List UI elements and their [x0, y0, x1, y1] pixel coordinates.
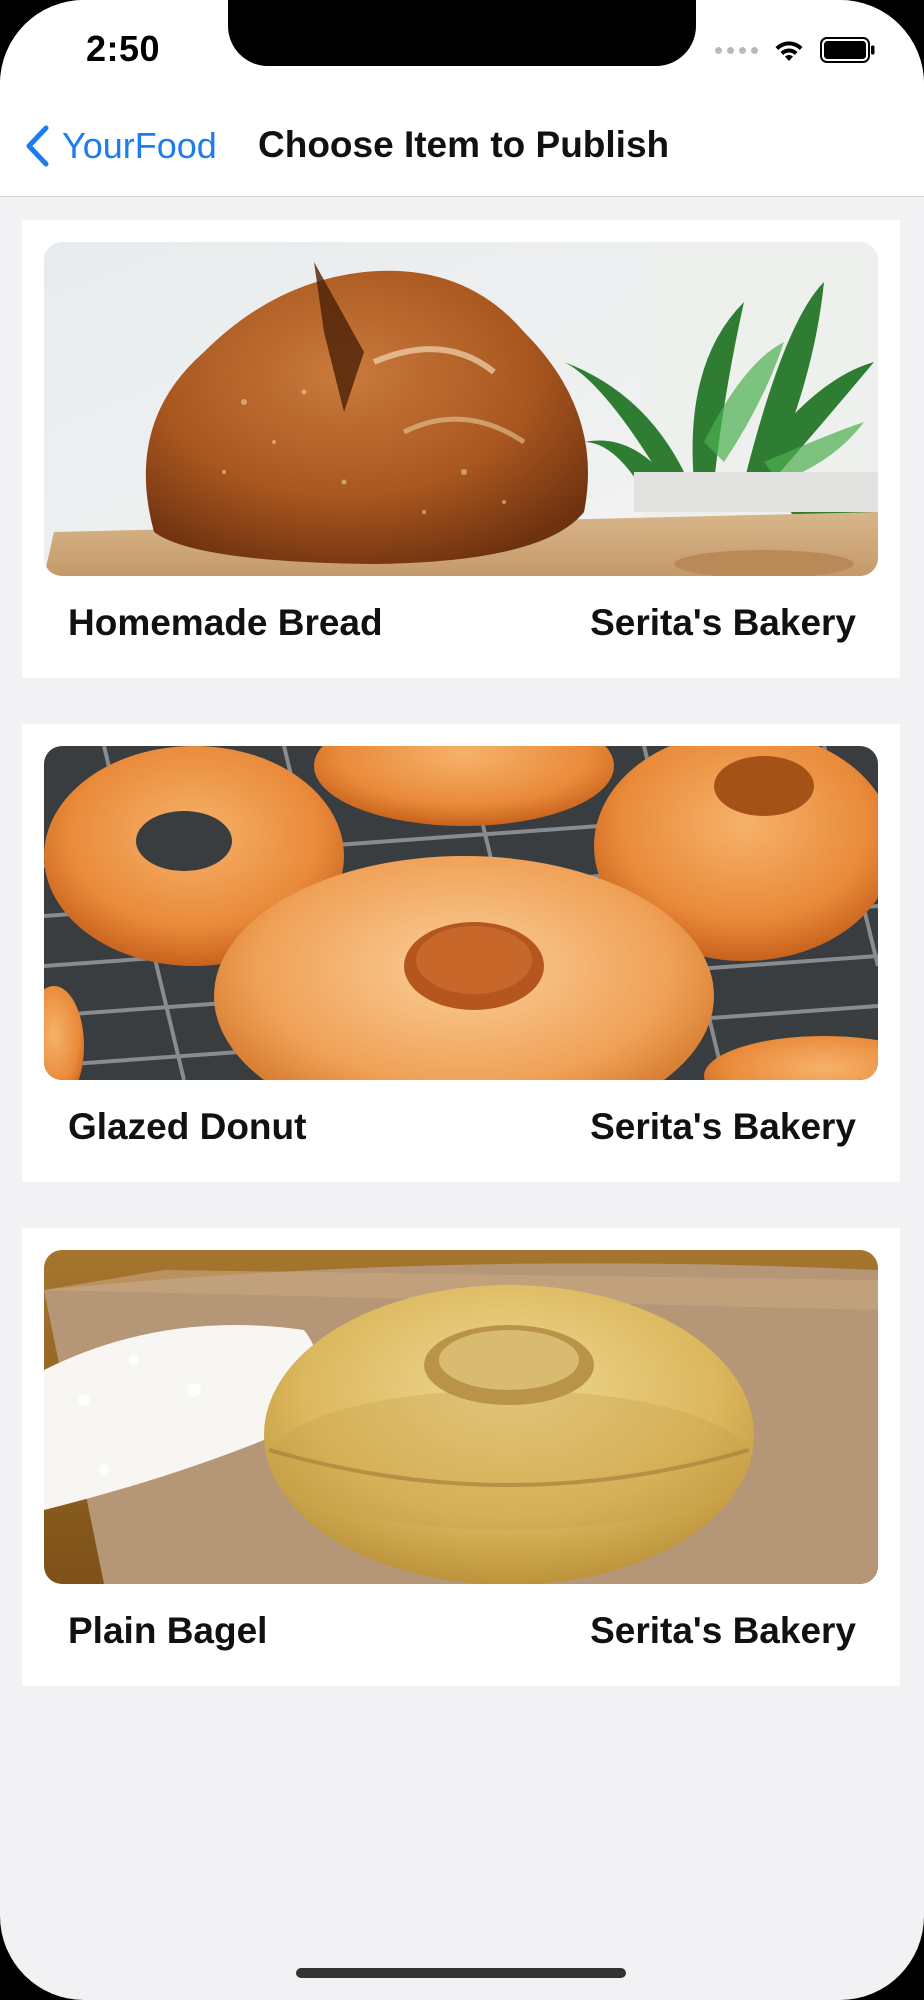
donut-photo: [44, 746, 878, 1080]
list-item[interactable]: Plain Bagel Serita's Bakery: [22, 1228, 900, 1686]
wifi-icon: [775, 41, 803, 61]
home-indicator[interactable]: [296, 1968, 626, 1978]
item-vendor: Serita's Bakery: [590, 1106, 856, 1147]
back-button[interactable]: YourFood: [24, 118, 217, 174]
status-time: 2:50: [86, 28, 161, 69]
chevron-left-icon: [26, 125, 49, 167]
status-icons: [715, 32, 876, 68]
signal-icon: [715, 46, 758, 54]
list-item[interactable]: Homemade Bread Serita's Bakery: [22, 220, 900, 678]
item-name: Plain Bagel: [68, 1610, 268, 1651]
back-button-label: YourFood: [62, 125, 217, 166]
list-item[interactable]: Glazed Donut Serita's Bakery: [22, 724, 900, 1182]
item-name: Glazed Donut: [68, 1106, 307, 1147]
item-name: Homemade Bread: [68, 602, 383, 643]
battery-icon: [820, 37, 875, 63]
bagel-photo: [44, 1250, 878, 1584]
notch: [228, 0, 696, 66]
bread-photo: [44, 242, 878, 576]
item-vendor: Serita's Bakery: [590, 602, 856, 643]
item-vendor: Serita's Bakery: [590, 1610, 856, 1651]
item-list: Homemade Bread Serita's Bakery Glazed Do…: [22, 220, 902, 1732]
status-bar: 2:50: [0, 0, 924, 96]
app-screen: 2:50 YourFood Choose Item to Publish Hom…: [0, 0, 924, 2000]
page-title: Choose Item to Publish: [258, 124, 670, 165]
navigation-bar: YourFood Choose Item to Publish: [0, 96, 924, 197]
